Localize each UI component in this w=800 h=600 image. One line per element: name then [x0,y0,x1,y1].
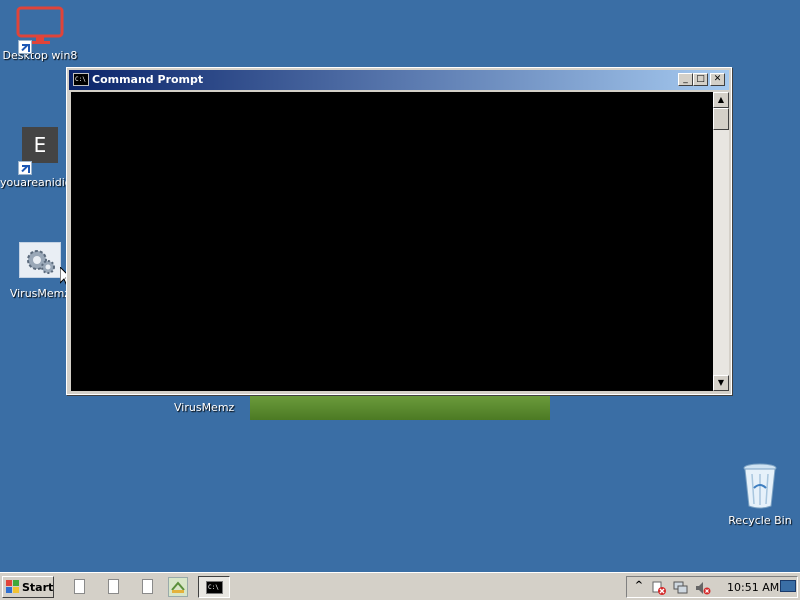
desktop-icon-label: Desktop win8 [2,49,78,62]
taskbar: Start C:\ ^ 10:51 AM [0,572,800,600]
close-button[interactable]: ✕ [710,73,725,86]
start-button[interactable]: Start [2,576,54,598]
volume-muted-icon[interactable] [695,580,711,595]
start-label: Start [22,581,54,594]
security-alert-icon[interactable] [651,580,667,595]
cmd-icon: C:\ [73,73,89,86]
cmd-icon: C:\ [206,581,223,594]
scroll-up-button[interactable]: ▲ [713,92,729,108]
letter-e-icon: E [18,127,60,175]
quicklaunch-document-icon[interactable] [138,577,158,597]
desktop-icon-recycle-bin[interactable]: Recycle Bin [720,462,800,527]
monitor-icon [16,6,64,54]
gears-icon [19,242,61,278]
desktop-icon-desktop-win8[interactable]: Desktop win8 [0,6,80,62]
maximize-button[interactable]: □ [693,73,708,86]
clock[interactable]: 10:51 AM [727,581,779,594]
vertical-scrollbar[interactable]: ▲ ▼ [713,92,729,391]
scroll-down-button[interactable]: ▼ [713,375,729,391]
quicklaunch-explorer-icon[interactable] [168,577,188,597]
quicklaunch-document-icon[interactable] [104,577,124,597]
tray-expand-icon[interactable]: ^ [631,580,647,595]
minimize-button[interactable]: _ [678,73,693,86]
recycle-bin-icon [740,462,780,509]
network-icon[interactable] [673,580,689,595]
shortcut-arrow-icon [18,161,32,175]
show-desktop-icon[interactable] [780,580,796,592]
system-tray: ^ 10:51 AM [626,576,798,598]
console-output-area[interactable] [71,92,713,391]
taskbar-button-command-prompt[interactable]: C:\ [198,576,230,598]
desktop-icon-label: Recycle Bin [728,514,792,527]
shortcut-arrow-icon [18,40,32,54]
letter-e-glyph: E [22,127,58,163]
quicklaunch-document-icon[interactable] [70,577,90,597]
window-titlebar[interactable]: C:\ Command Prompt _ □ ✕ [69,70,729,90]
command-prompt-window[interactable]: C:\ Command Prompt _ □ ✕ ▲ ▼ [66,67,732,395]
scroll-thumb[interactable] [713,108,729,130]
floating-desktop-label: VirusMemz [174,401,235,414]
window-title: Command Prompt [92,73,204,86]
windows-flag-icon [6,580,20,594]
wallpaper-preview-image [250,395,550,420]
